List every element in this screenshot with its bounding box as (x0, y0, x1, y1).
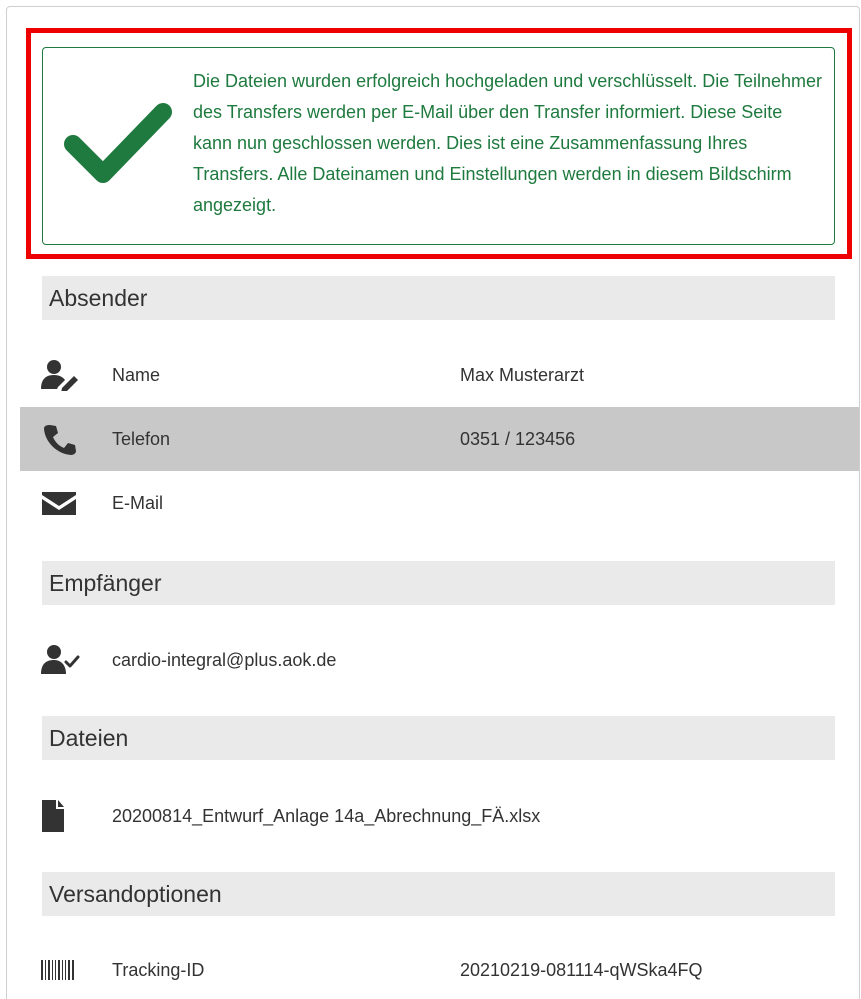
file-row: 20200814_Entwurf_Anlage 14a_Abrechnung_F… (20, 784, 859, 848)
sender-phone-value: 0351 / 123456 (460, 429, 576, 449)
section-title-sender: Absender (42, 276, 835, 320)
user-edit-icon (41, 360, 78, 391)
phone-icon (44, 425, 76, 455)
sender-phone-label: Telefon (112, 429, 171, 449)
tracking-id-value: 20210219-081114-qWSka4FQ (460, 960, 703, 980)
file-name: 20200814_Entwurf_Anlage 14a_Abrechnung_F… (112, 806, 541, 826)
section-title-options: Versandoptionen (42, 872, 835, 916)
sender-name-value: Max Musterarzt (460, 365, 585, 385)
section-title-files: Dateien (42, 716, 835, 760)
sender-email-label: E-Mail (112, 493, 164, 513)
checkmark-icon (64, 103, 172, 183)
envelope-icon (42, 492, 76, 515)
tracking-id-row: Tracking-ID 20210219-081114-qWSka4FQ (20, 938, 859, 999)
sender-name-label: Name (112, 365, 161, 385)
sender-email-row: E-Mail (20, 471, 859, 535)
section-title-recipient: Empfänger (42, 561, 835, 605)
barcode-icon (41, 960, 74, 980)
success-message: Die Dateien wurden erfolgreich hochgelad… (193, 71, 823, 215)
sender-phone-row: Telefon 0351 / 123456 (20, 407, 859, 471)
tracking-id-label: Tracking-ID (112, 960, 205, 980)
transfer-summary-page: Die Dateien wurden erfolgreich hochgelad… (0, 0, 861, 999)
user-check-icon (41, 645, 80, 674)
file-icon (42, 800, 64, 832)
sender-name-row: Name Max Musterarzt (20, 343, 859, 407)
recipient-email: cardio-integral@plus.aok.de (112, 650, 337, 670)
success-alert: Die Dateien wurden erfolgreich hochgelad… (42, 47, 835, 245)
recipient-row: cardio-integral@plus.aok.de (20, 628, 859, 692)
